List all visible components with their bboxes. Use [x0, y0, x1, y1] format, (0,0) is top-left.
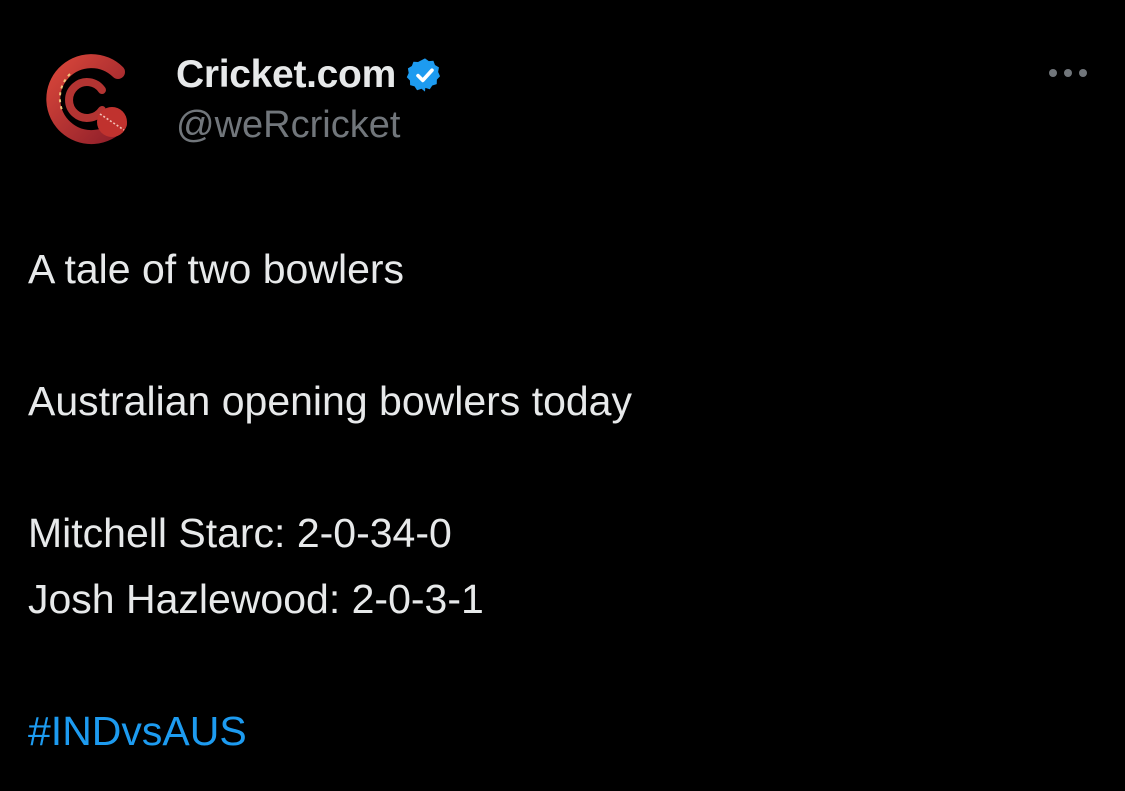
author-handle[interactable]: @weRcricket [176, 104, 444, 147]
hashtag-link[interactable]: #INDvsAUS [28, 698, 1088, 764]
tweet-line-subheading: Australian opening bowlers today [28, 378, 632, 424]
verified-badge-icon [406, 58, 441, 92]
tweet-line-headline: A tale of two bowlers [28, 246, 405, 292]
tweet-card: Cricket.com @weRcricket A tale of two bo… [0, 0, 1125, 791]
tweet-body: A tale of two bowlers Australian opening… [28, 236, 1088, 764]
name-row: Cricket.com [176, 52, 444, 98]
more-options-button[interactable] [1045, 62, 1091, 84]
avatar[interactable] [40, 50, 136, 146]
cricket-com-logo-icon [46, 54, 127, 144]
tweet-line-starc-figures: Mitchell Starc: 2-0-34-0 [28, 510, 452, 556]
more-horizontal-icon [1049, 69, 1087, 77]
author-header: Cricket.com @weRcricket [176, 52, 444, 147]
tweet-line-hazlewood-figures: Josh Hazlewood: 2-0-3-1 [28, 576, 484, 622]
display-name[interactable]: Cricket.com [176, 53, 396, 97]
